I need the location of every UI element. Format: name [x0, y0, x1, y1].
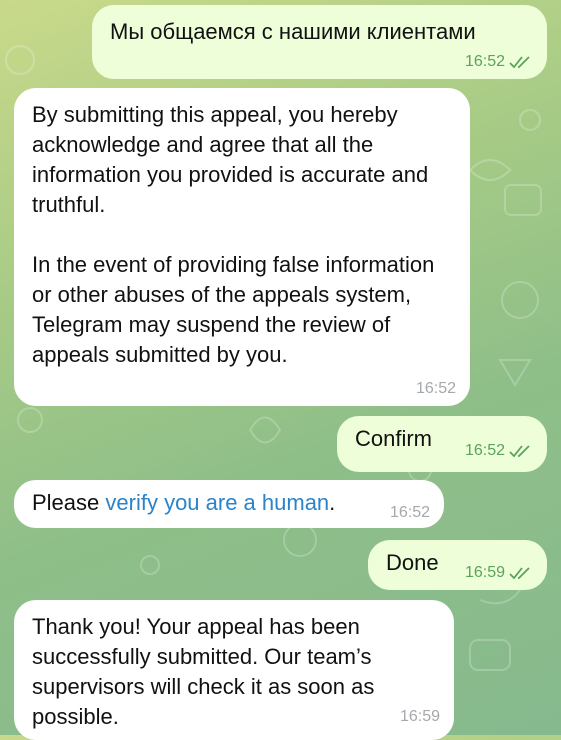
- message-time: 16:52: [464, 442, 505, 459]
- double-check-icon: [509, 445, 530, 458]
- message-paragraph: By submitting this appeal, you hereby ac…: [32, 102, 435, 217]
- message-outgoing[interactable]: Мы общаемся с нашими клиентами 16:52: [92, 5, 547, 79]
- message-time: 16:59: [464, 564, 505, 581]
- chat-message-list[interactable]: Мы общаемся с нашими клиентами 16:52 By …: [0, 0, 561, 740]
- message-meta: 16:52: [390, 504, 430, 522]
- message-text-after: .: [329, 490, 336, 515]
- message-outgoing[interactable]: Confirm 16:52: [337, 416, 547, 472]
- message-meta: 16:52: [465, 53, 533, 71]
- double-check-icon: [509, 567, 530, 580]
- message-text: Мы общаемся с нашими клиентами: [110, 19, 476, 44]
- message-text-before: Please: [32, 490, 106, 515]
- message-text: Thank you! Your appeal has been successf…: [32, 614, 381, 729]
- message-time: 16:52: [389, 504, 430, 521]
- message-text: Please verify you are a human.: [32, 488, 426, 518]
- message-incoming[interactable]: By submitting this appeal, you hereby ac…: [14, 88, 470, 406]
- message-outgoing[interactable]: Done 16:59: [368, 540, 547, 590]
- message-meta: 16:59: [400, 708, 440, 726]
- message-time: 16:52: [464, 53, 505, 70]
- verify-human-link[interactable]: verify you are a human: [105, 490, 329, 515]
- message-time: 16:59: [399, 708, 440, 725]
- double-check-icon: [509, 56, 530, 69]
- message-meta: 16:52: [416, 380, 456, 398]
- message-time: 16:52: [415, 380, 456, 397]
- message-incoming[interactable]: Please verify you are a human. 16:52: [14, 480, 444, 528]
- message-paragraph: In the event of providing false informat…: [32, 252, 441, 367]
- message-meta: 16:59: [465, 564, 533, 582]
- message-meta: 16:52: [465, 442, 533, 460]
- message-incoming[interactable]: Thank you! Your appeal has been successf…: [14, 600, 454, 740]
